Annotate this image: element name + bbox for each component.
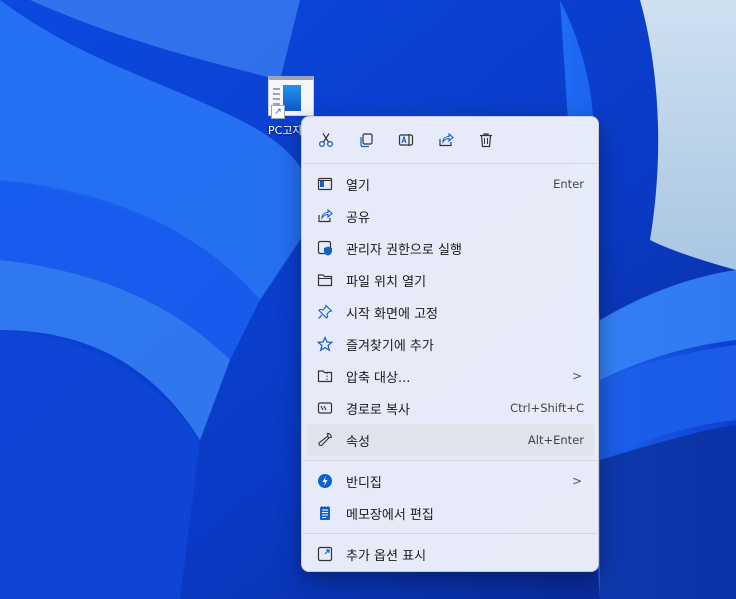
path-icon [317,402,333,414]
menu-item-label: 메모장에서 편집 [346,507,434,523]
menu-item-label: 시작 화면에 고정 [346,306,438,322]
pin-icon [318,304,333,319]
menu-item-share[interactable]: 공유 [306,200,594,232]
zip-folder-icon [317,370,333,383]
app-window-icon: ↗ [268,76,314,119]
menu-item-show-more-options[interactable]: 추가 옵션 표시 [306,538,594,570]
notepad-icon [320,506,330,520]
menu-item-pin-to-start[interactable]: 시작 화면에 고정 [306,296,594,328]
shortcut-arrow-icon: ↗ [271,105,285,119]
menu-item-open-file-location[interactable]: 파일 위치 열기 [306,264,594,296]
expand-icon [317,546,333,562]
share-icon [439,132,454,147]
menu-item-add-to-favorites[interactable]: 즐겨찾기에 추가 [306,328,594,360]
menu-item-label: 반디집 [346,475,382,491]
shortcut-text: Enter [553,177,584,191]
window-open-icon [317,177,333,191]
menu-item-label: 열기 [346,178,370,194]
cut-icon [318,133,334,148]
menu-item-properties[interactable]: 속성 Alt+Enter [306,424,594,456]
delete-button[interactable] [474,128,498,152]
menu-item-label: 관리자 권한으로 실행 [346,242,462,258]
context-menu: 열기 Enter 공유 관리자 권한으로 실행 파일 위치 열기 시작 화면에 … [301,116,599,572]
menu-item-open[interactable]: 열기 Enter [306,168,594,200]
menu-item-label: 공유 [346,210,370,226]
menu-item-label: 파일 위치 열기 [346,274,427,290]
rename-button[interactable] [394,128,418,152]
delete-icon [480,133,492,148]
chevron-right-icon: > [571,369,582,383]
menu-item-edit-in-notepad[interactable]: 메모장에서 편집 [306,497,594,529]
menu-item-label: 추가 옵션 표시 [346,548,427,564]
menu-item-label: 압축 대상... [346,370,411,386]
menu-item-label: 경로로 복사 [346,402,410,418]
shortcut-text: Alt+Enter [527,433,584,447]
share-icon [318,208,333,223]
share-button[interactable] [434,128,458,152]
folder-icon [317,274,333,287]
menu-item-copy-as-path[interactable]: 경로로 복사 Ctrl+Shift+C [306,392,594,424]
menu-item-label: 즐겨찾기에 추가 [346,338,434,354]
menu-item-run-as-admin[interactable]: 관리자 권한으로 실행 [306,232,594,264]
menu-item-compress-to[interactable]: 압축 대상... > [306,360,594,392]
copy-icon [360,133,373,148]
shortcut-text: Ctrl+Shift+C [510,401,584,415]
chevron-right-icon: > [571,474,582,488]
copy-button[interactable] [354,128,378,152]
menu-item-bandizip[interactable]: 반디집 > [306,465,594,497]
bandizip-icon [318,474,332,488]
star-icon [317,336,333,352]
shield-window-icon [317,240,332,256]
context-toolbar [302,117,598,163]
menu-item-label: 속성 [346,434,370,450]
wrench-icon [318,432,332,447]
cut-button[interactable] [314,128,338,152]
rename-icon [398,134,414,146]
